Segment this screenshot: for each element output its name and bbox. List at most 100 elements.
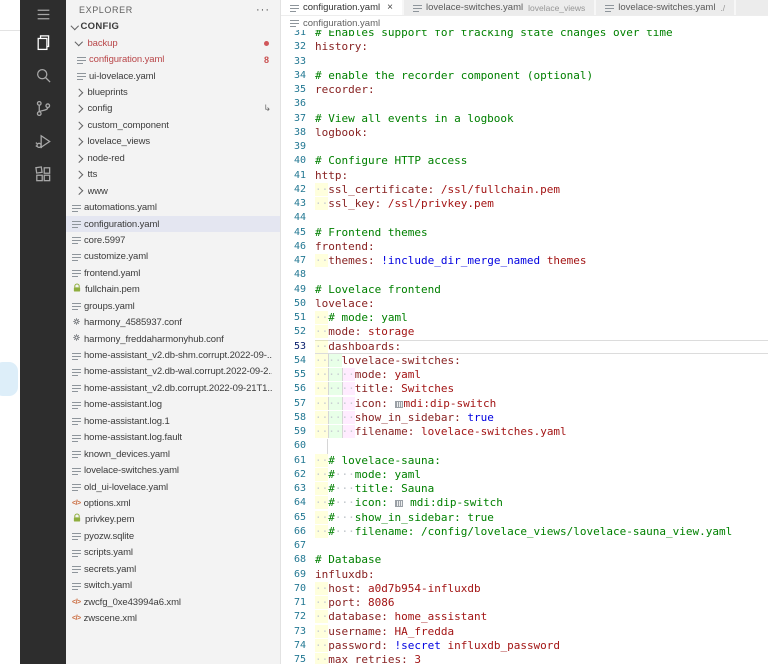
- tab-configuration-yaml[interactable]: configuration.yaml ×: [281, 0, 404, 15]
- code-line-content[interactable]: ··#···icon: mdi:dip-switch: [315, 496, 768, 510]
- code-line-content[interactable]: [315, 439, 768, 453]
- tree-item-harmony-freddaharmonyhub-conf[interactable]: harmony_freddaharmonyhub.conf: [66, 331, 280, 347]
- tree-item-harmony-4585937-conf[interactable]: harmony_4585937.conf: [66, 314, 280, 330]
- tree-item-scripts-yaml[interactable]: scripts.yaml: [66, 545, 280, 561]
- code-line-content[interactable]: ··dashboards:: [315, 339, 768, 354]
- code-line-content[interactable]: [315, 140, 768, 154]
- code-line-content[interactable]: ··#···filename: /config/lovelace_views/l…: [315, 524, 768, 539]
- tree-item-tts[interactable]: tts: [66, 167, 280, 183]
- tree-item-core-5997[interactable]: core.5997: [66, 232, 280, 248]
- code-line-content[interactable]: [315, 55, 768, 69]
- tree-item-configuration-yaml[interactable]: configuration.yaml: [66, 215, 280, 233]
- tree-item-config[interactable]: config ↳: [66, 101, 280, 117]
- activity-run-debug-play-bug-icon[interactable]: [20, 125, 66, 158]
- code-line-content[interactable]: ······mode: yaml: [315, 368, 768, 382]
- tree-item-home-assistant-v2-db-shm-corrupt-2022-09[interactable]: home-assistant_v2.db-shm.corrupt.2022-09…: [66, 347, 280, 363]
- code-line-content[interactable]: # Configure HTTP access: [315, 154, 768, 168]
- code-line-content[interactable]: # enable the recorder component (optiona…: [315, 69, 768, 83]
- tree-item-home-assistant-log-fault[interactable]: home-assistant.log.fault: [66, 430, 280, 446]
- close-icon[interactable]: ×: [387, 2, 393, 13]
- code-line-content[interactable]: # Lovelace frontend: [315, 283, 768, 297]
- code-line-content[interactable]: ··max_retries: 3: [315, 653, 768, 664]
- tree-item-node-red[interactable]: node-red: [66, 150, 280, 166]
- code-line-content[interactable]: ····lovelace-switches:: [315, 353, 768, 368]
- tree-item-backup[interactable]: backup: [66, 35, 280, 51]
- tree-item-home-assistant-v2-db-corrupt-2022-09-21t1[interactable]: home-assistant_v2.db.corrupt.2022-09-21T…: [66, 380, 280, 396]
- tree-item-privkey-pem[interactable]: privkey.pem: [66, 512, 280, 528]
- tree-item-frontend-yaml[interactable]: frontend.yaml: [66, 265, 280, 281]
- code-line-content[interactable]: frontend:: [315, 240, 768, 254]
- chevron-right-icon[interactable]: [74, 187, 83, 196]
- code-line-content[interactable]: lovelace:: [315, 297, 768, 311]
- code-line-content[interactable]: ··#···mode: yaml: [315, 467, 768, 482]
- chevron-right-icon[interactable]: [74, 137, 83, 146]
- chevron-down-icon[interactable]: [74, 38, 83, 47]
- tree-item-custom-component[interactable]: custom_component: [66, 117, 280, 133]
- tree-item-switch-yaml[interactable]: switch.yaml: [66, 577, 280, 593]
- tree-item-customize-yaml[interactable]: customize.yaml: [66, 249, 280, 265]
- code-line-content[interactable]: ··password: !secret influxdb_password: [315, 638, 768, 653]
- tree-item-zwcfg-0xe43994a6-xml[interactable]: </> zwcfg_0xe43994a6.xml: [66, 594, 280, 610]
- code-line-content[interactable]: [315, 211, 768, 225]
- chevron-right-icon[interactable]: [74, 121, 83, 130]
- code-line-content[interactable]: ······filename: lovelace-switches.yaml: [315, 425, 768, 439]
- code-line-content[interactable]: ··database: home_assistant: [315, 610, 768, 624]
- tree-item-options-xml[interactable]: </> options.xml: [66, 495, 280, 511]
- code-line-content[interactable]: http:: [315, 169, 768, 183]
- activity-menu-menu-icon[interactable]: [20, 2, 66, 26]
- code-line-content[interactable]: [315, 268, 768, 282]
- tree-item-configuration-yaml[interactable]: configuration.yaml 8: [66, 51, 280, 67]
- code-line-content[interactable]: logbook:: [315, 126, 768, 140]
- activity-source-control-branch-icon[interactable]: [20, 92, 66, 125]
- chevron-right-icon[interactable]: [74, 170, 83, 179]
- code-line-content[interactable]: # View all events in a logbook: [315, 112, 768, 126]
- code-line-content[interactable]: ··themes: !include_dir_merge_named theme…: [315, 254, 768, 268]
- tree-item-www[interactable]: www: [66, 183, 280, 199]
- code-line-content[interactable]: ··mode: storage: [315, 325, 768, 339]
- tree-item-lovelace-views[interactable]: lovelace_views: [66, 134, 280, 150]
- code-line-content[interactable]: ··# lovelace-sauna:: [315, 453, 768, 468]
- chevron-right-icon[interactable]: [74, 105, 83, 113]
- tree-item-lovelace-switches-yaml[interactable]: lovelace-switches.yaml: [66, 462, 280, 478]
- tree-item-known-devices-yaml[interactable]: known_devices.yaml: [66, 446, 280, 462]
- tab-lovelace-switches-yaml-[interactable]: lovelace-switches.yaml ./: [596, 0, 737, 15]
- tree-item-home-assistant-v2-db-wal-corrupt-2022-09-2[interactable]: home-assistant_v2.db-wal.corrupt.2022-09…: [66, 364, 280, 380]
- code-line-content[interactable]: # Frontend themes: [315, 226, 768, 240]
- code-line-content[interactable]: ··port: 8086: [315, 596, 768, 610]
- code-line-content[interactable]: recorder:: [315, 83, 768, 97]
- chevron-right-icon[interactable]: [74, 88, 83, 97]
- activity-extensions-extensions-icon[interactable]: [20, 158, 66, 191]
- code-line-content[interactable]: ··ssl_key: /ssl/privkey.pem: [315, 197, 768, 211]
- code-line-content[interactable]: ··# mode: yaml: [315, 311, 768, 325]
- tree-item-zwscene-xml[interactable]: </> zwscene.xml: [66, 610, 280, 626]
- activity-explorer-files-icon[interactable]: [20, 26, 66, 59]
- tree-item-secrets-yaml[interactable]: secrets.yaml: [66, 561, 280, 577]
- code-line-content[interactable]: influxdb:: [315, 568, 768, 582]
- breadcrumb[interactable]: configuration.yaml: [281, 16, 768, 30]
- tree-item-blueprints[interactable]: blueprints: [66, 84, 280, 100]
- code-line-content[interactable]: # Database: [315, 553, 768, 567]
- code-line-content[interactable]: ··ssl_certificate: /ssl/fullchain.pem: [315, 182, 768, 197]
- code-line-content[interactable]: ··#···title: Sauna: [315, 482, 768, 496]
- tree-item-home-assistant-log[interactable]: home-assistant.log: [66, 397, 280, 413]
- activity-search-search-icon[interactable]: [20, 59, 66, 92]
- code-line-content[interactable]: history:: [315, 40, 768, 54]
- chevron-right-icon[interactable]: [74, 154, 83, 163]
- tree-item-pyozw-sqlite[interactable]: pyozw.sqlite: [66, 528, 280, 544]
- code-editor[interactable]: 31 # Enables support for tracking state c…: [281, 26, 768, 664]
- tree-item-old-ui-lovelace-yaml[interactable]: old_ui-lovelace.yaml: [66, 479, 280, 495]
- tree-item-fullchain-pem[interactable]: fullchain.pem: [66, 282, 280, 298]
- code-line-content[interactable]: [315, 97, 768, 111]
- code-line-content[interactable]: ······title: Switches: [315, 382, 768, 396]
- tree-item-home-assistant-log-1[interactable]: home-assistant.log.1: [66, 413, 280, 429]
- code-line-content[interactable]: ······icon: mdi:dip-switch: [315, 396, 768, 411]
- explorer-actions-icon[interactable]: ···: [256, 4, 270, 16]
- code-line-content[interactable]: ··username: HA_fredda: [315, 624, 768, 639]
- code-line-content[interactable]: ··#···show_in_sidebar: true: [315, 510, 768, 525]
- tree-item-automations-yaml[interactable]: automations.yaml: [66, 199, 280, 215]
- code-line-content[interactable]: [315, 539, 768, 553]
- tree-item-ui-lovelace-yaml[interactable]: ui-lovelace.yaml: [66, 68, 280, 84]
- code-line-content[interactable]: ··host: a0d7b954-influxdb: [315, 581, 768, 596]
- tree-item-groups-yaml[interactable]: groups.yaml: [66, 298, 280, 314]
- code-line-content[interactable]: ······show_in_sidebar: true: [315, 410, 768, 425]
